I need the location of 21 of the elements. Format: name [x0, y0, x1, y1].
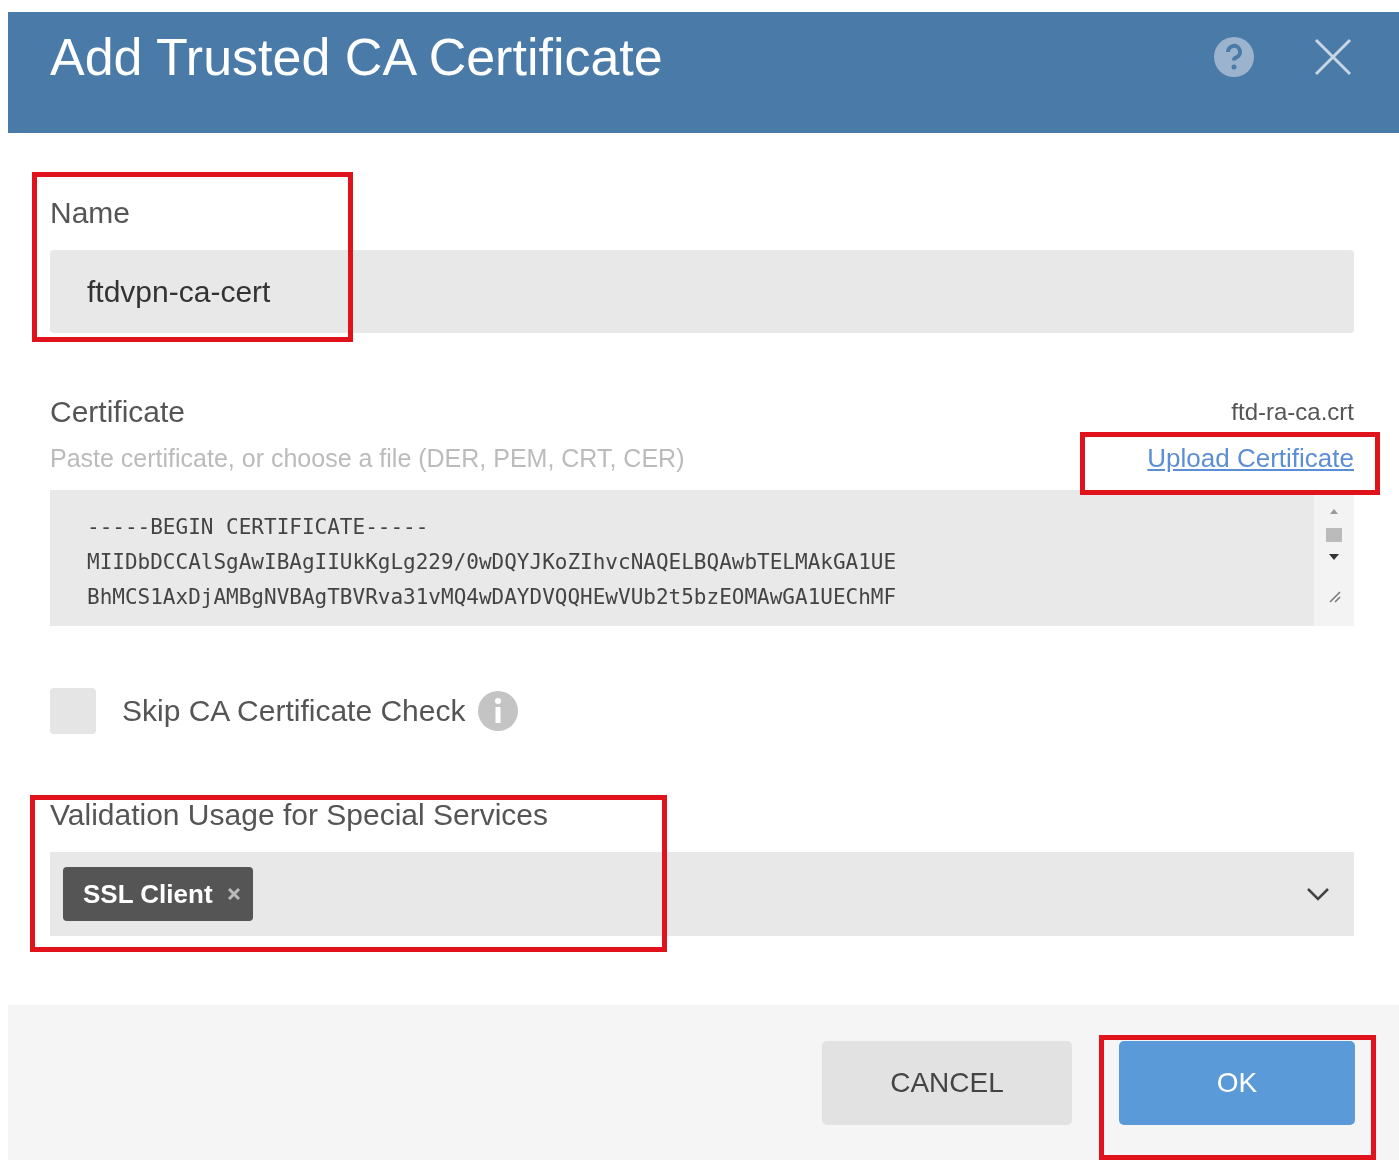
tag-label: SSL Client	[83, 878, 213, 910]
checkbox-label: Skip CA Certificate Check	[122, 694, 466, 728]
help-icon[interactable]	[1213, 35, 1255, 78]
multi-select-field[interactable]: SSL Client	[50, 852, 1354, 936]
file-name: ftd-ra-ca.crt	[1231, 398, 1354, 426]
remove-icon[interactable]	[226, 887, 241, 901]
dialog-title: Add Trusted CA Certificate	[50, 26, 664, 87]
certificate-text-line: -----BEGIN CERTIFICATE-----	[87, 514, 430, 541]
certificate-textarea[interactable]: -----BEGIN CERTIFICATE----- MIIDbDCCAlSgAwIBAgIIUkKgLg229/0wDQYJKoZIhvcNAQELBQAwbTELMAkGA1UE BhMCS1AxDjAMBgNVBAgTBVRva31vMQ4wDAYDVQQHEwVUb2t5bzEOMAwGA1UEChMF	[50, 490, 1354, 626]
field-label: Validation Usage for Special Services	[50, 798, 550, 832]
cancel-button[interactable]: CANCEL	[822, 1040, 1072, 1125]
certificate-text-line: BhMCS1AxDjAMBgNVBAgTBVRva31vMQ4wDAYDVQQHEwVUb2t5bzEOMAwGA1UEChMF	[87, 584, 898, 611]
checkbox[interactable]	[50, 688, 96, 734]
close-icon[interactable]	[1313, 36, 1353, 77]
info-icon[interactable]	[477, 690, 520, 732]
field-label: Certificate	[50, 395, 186, 429]
field-label: Name	[50, 196, 132, 230]
hint-text: Paste certificate, or choose a file (DER, PEM, CRT, CER)	[50, 444, 685, 473]
chevron-down-icon[interactable]	[1306, 887, 1330, 901]
name-field[interactable]: ftdvpn-ca-cert	[50, 250, 1354, 333]
certificate-text-line: MIIDbDCCAlSgAwIBAgIIUkKgLg229/0wDQYJKoZIhvcNAQELBQAwbTELMAkGA1UE	[87, 549, 898, 576]
